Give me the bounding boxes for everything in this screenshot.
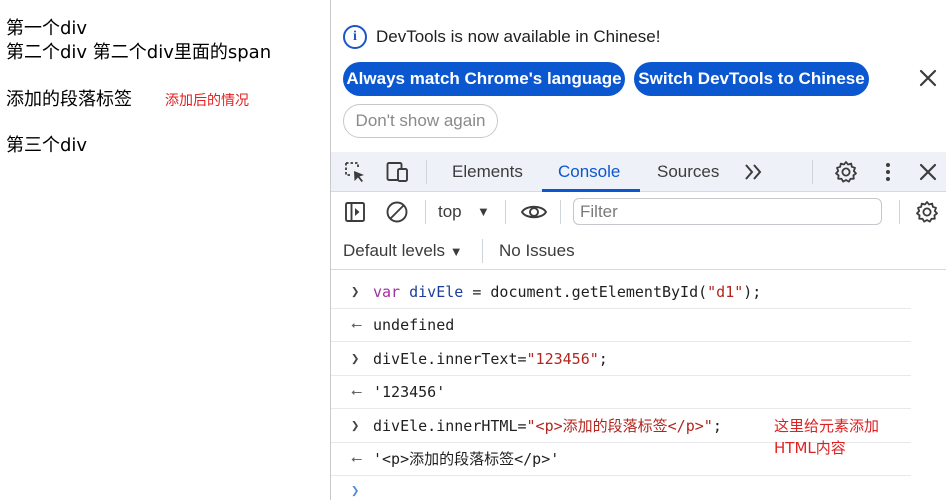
inspect-element-icon[interactable] — [343, 160, 367, 184]
console-annotation-line1: 这里给元素添加 — [774, 417, 880, 435]
console-output-row: ⭠ undefined — [331, 309, 911, 342]
page-annotation-after: 添加后的情况 — [165, 93, 249, 109]
console-settings-gear-icon[interactable] — [915, 200, 939, 224]
page-viewport: 第一个div 第二个div 第二个div里面的span 添加的段落标签 添加后的… — [0, 0, 330, 500]
info-icon: i — [343, 25, 367, 49]
page-line-first-div: 第一个div — [6, 18, 88, 39]
settings-gear-icon[interactable] — [834, 160, 858, 184]
issues-counter[interactable]: No Issues — [499, 232, 575, 270]
console-output-row: ⭠ '123456' — [331, 376, 911, 409]
page-line-second-div: 第二个div 第二个div里面的span — [6, 42, 272, 63]
close-icon[interactable] — [916, 66, 940, 90]
console-log[interactable]: ❯ var divEle = document.getElementById("… — [331, 271, 946, 500]
live-expression-eye-icon[interactable] — [520, 200, 548, 224]
dropdown-caret-icon[interactable]: ▼ — [477, 192, 490, 232]
console-toolbar: top ▼ — [331, 192, 946, 232]
console-input-row: ❯ divEle.innerText="123456"; — [331, 343, 911, 376]
switch-to-chinese-button[interactable]: Switch DevTools to Chinese — [634, 62, 869, 96]
output-arrow-icon: ⭠ — [351, 451, 363, 467]
kebab-menu-icon[interactable] — [876, 160, 900, 184]
log-levels-dropdown[interactable]: Default levels ▼ — [343, 232, 463, 270]
dropdown-caret-icon: ▼ — [449, 244, 463, 259]
output-arrow-icon: ⭠ — [351, 384, 363, 400]
input-chevron-icon: ❯ — [351, 418, 360, 434]
input-chevron-icon: ❯ — [351, 351, 360, 367]
infobar-message: DevTools is now available in Chinese! — [376, 27, 661, 46]
clear-console-icon[interactable] — [385, 200, 409, 224]
prompt-chevron-icon[interactable]: ❯ — [351, 483, 359, 499]
tab-sources[interactable]: Sources — [657, 152, 719, 192]
devtools-close-icon[interactable] — [916, 160, 940, 184]
devtools-tab-bar: Elements Console Sources — [331, 152, 946, 192]
page-line-third-div: 第三个div — [6, 135, 88, 156]
always-match-language-button[interactable]: Always match Chrome's language — [343, 62, 625, 96]
page-line-added-paragraph: 添加的段落标签 — [6, 89, 132, 110]
sidebar-toggle-icon[interactable] — [343, 200, 367, 224]
language-infobar: i DevTools is now available in Chinese! … — [331, 0, 946, 152]
devtools-panel: i DevTools is now available in Chinese! … — [331, 0, 946, 500]
console-filter-input[interactable] — [573, 198, 882, 225]
device-toggle-icon[interactable] — [385, 160, 409, 184]
log-levels-label: Default levels — [343, 241, 446, 260]
console-levels-bar: Default levels ▼ No Issues — [331, 232, 946, 270]
dont-show-again-button[interactable]: Don't show again — [343, 104, 498, 138]
tab-elements[interactable]: Elements — [452, 152, 523, 192]
input-chevron-icon: ❯ — [351, 284, 360, 300]
console-annotation-line2: HTML内容 — [774, 439, 846, 457]
output-arrow-icon: ⭠ — [351, 317, 363, 333]
tab-console[interactable]: Console — [558, 152, 620, 192]
context-selector[interactable]: top — [438, 192, 462, 232]
more-tabs-icon[interactable] — [742, 160, 766, 184]
console-input-row: ❯ var divEle = document.getElementById("… — [331, 276, 911, 309]
